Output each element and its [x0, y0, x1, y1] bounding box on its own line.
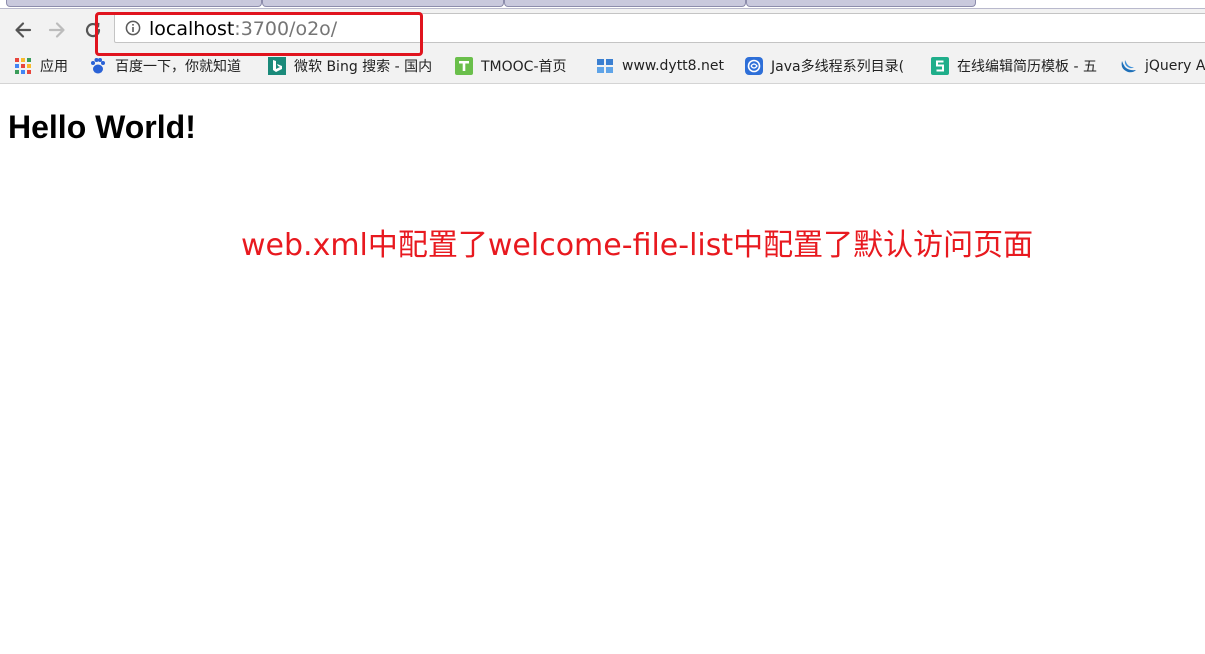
bing-icon [268, 57, 286, 75]
apps-grid-icon [15, 58, 31, 74]
annotation-text: web.xml中配置了welcome-file-list中配置了默认访问页面 [241, 228, 1034, 263]
browser-tab[interactable] [6, 0, 262, 7]
bookmark-baidu[interactable]: 百度一下，你就知道 [89, 55, 257, 77]
jquery-icon [1121, 60, 1136, 73]
bookmark-label: jQuery A [1145, 58, 1205, 74]
page-content: Hello World! web.xml中配置了welcome-file-lis… [0, 84, 1205, 654]
forward-button[interactable] [44, 17, 70, 43]
bookmarks-bar: 应用 百度一下，你就知道 微软 Bing 搜索 - 国内 TMOOC-首页 ww… [0, 49, 1205, 84]
bookmark-label: 微软 Bing 搜索 - 国内 [294, 59, 433, 75]
resume-icon [931, 57, 949, 75]
bookmark-label: www.dytt8.net [622, 58, 724, 74]
java-icon [745, 57, 763, 75]
browser-tab[interactable] [262, 0, 504, 7]
bookmark-jquery[interactable]: jQuery A [1119, 55, 1205, 77]
bookmark-bing[interactable]: 微软 Bing 搜索 - 国内 [268, 55, 440, 77]
bookmark-label: 应用 [40, 59, 68, 75]
browser-tab[interactable] [746, 0, 976, 7]
bookmark-resume[interactable]: 在线编辑简历模板 - 五 [931, 55, 1103, 77]
url-host: localhost [149, 18, 235, 40]
forward-arrow-icon [48, 22, 65, 38]
back-arrow-icon [15, 22, 32, 38]
bookmark-java[interactable]: Java多线程系列目录( [745, 55, 915, 77]
info-icon[interactable] [125, 20, 141, 36]
bookmark-label: TMOOC-首页 [481, 59, 567, 75]
bookmark-label: 百度一下，你就知道 [115, 59, 241, 75]
reload-button[interactable] [80, 17, 106, 43]
bookmark-label: Java多线程系列目录( [771, 59, 905, 75]
browser-tab[interactable] [504, 0, 746, 7]
page-heading: Hello World! [8, 109, 196, 145]
baidu-paw-icon [91, 58, 105, 74]
tmooc-icon [455, 57, 473, 75]
bookmark-tmooc[interactable]: TMOOC-首页 [455, 55, 567, 77]
bookmark-label: 在线编辑简历模板 - 五 [957, 59, 1097, 75]
back-button[interactable] [10, 17, 36, 43]
dytt-icon [597, 59, 613, 73]
reload-icon [85, 22, 101, 38]
bookmark-apps[interactable]: 应用 [14, 55, 68, 77]
url-path: :3700/o2o/ [234, 18, 338, 40]
url-text[interactable]: localhost:3700/o2o/ [149, 19, 337, 39]
browser-toolbar: localhost:3700/o2o/ [0, 8, 1205, 49]
tab-strip [0, 0, 1205, 8]
bookmark-dytt[interactable]: www.dytt8.net [596, 55, 724, 77]
address-bar[interactable]: localhost:3700/o2o/ [114, 13, 1205, 43]
